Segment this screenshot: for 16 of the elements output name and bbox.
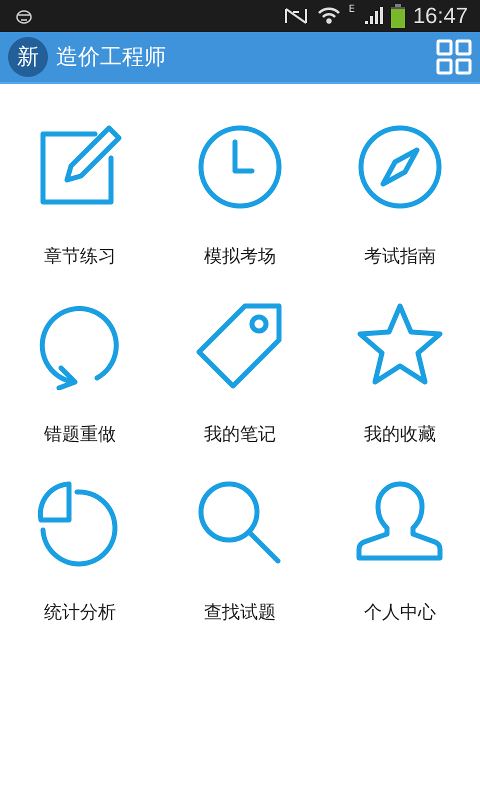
menu-item-label[interactable]: 查找试题 xyxy=(204,600,276,624)
menu-item-label[interactable]: 考试指南 xyxy=(364,244,436,268)
menu-item-label[interactable]: 个人中心 xyxy=(364,600,436,624)
clock-time: 16:47 xyxy=(412,3,468,29)
battery-icon xyxy=(390,4,405,28)
menu-item-label[interactable]: 错题重做 xyxy=(44,422,116,446)
grid-menu-icon[interactable] xyxy=(436,39,472,75)
menu-item-label[interactable]: 我的收藏 xyxy=(364,422,436,446)
network-type: E xyxy=(348,4,355,15)
menu-item-label[interactable]: 我的笔记 xyxy=(204,422,276,446)
signal-icon xyxy=(362,6,383,26)
menu-item-label[interactable]: 章节练习 xyxy=(44,244,116,268)
app-logo: 新 xyxy=(8,37,48,77)
menu-item-label[interactable]: 模拟考场 xyxy=(204,244,276,268)
menu-item-label[interactable]: 统计分析 xyxy=(44,600,116,624)
app-title: 造价工程师 xyxy=(56,44,167,72)
